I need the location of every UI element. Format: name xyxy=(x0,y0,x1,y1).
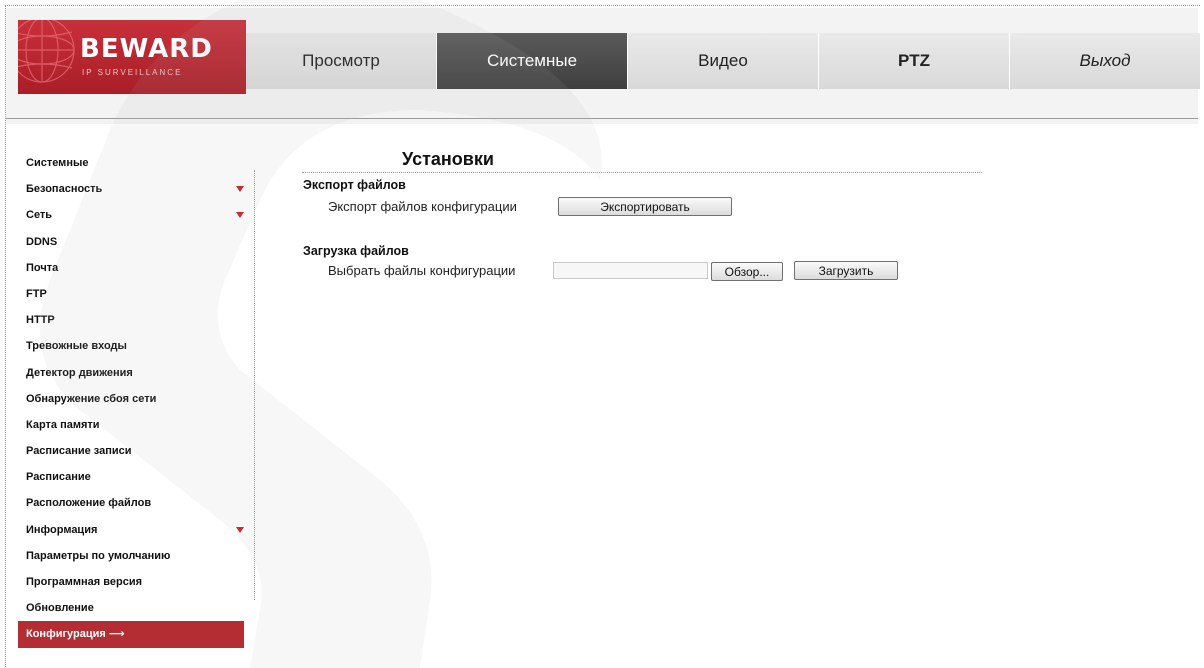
export-section-title: Экспорт файлов xyxy=(303,178,406,192)
logo-wordmark: BEWARD xyxy=(80,34,213,64)
sidebar-item-defaults[interactable]: Параметры по умолчанию xyxy=(18,543,244,569)
sidebar-item-label: Системные xyxy=(26,157,89,169)
sidebar-item-label: Безопасность xyxy=(26,183,103,196)
sidebar-item-label: Детектор движения xyxy=(26,366,133,379)
arrow-right-icon: ⟶ xyxy=(108,628,125,641)
sidebar: Системные Безопасность Сеть DDNS Почта F… xyxy=(18,150,244,648)
sidebar-divider xyxy=(254,170,256,600)
sidebar-item-label: DDNS xyxy=(26,235,58,248)
sidebar-item-motion-detection[interactable]: Детектор движения xyxy=(18,360,244,386)
sidebar-item-label: Расписание записи xyxy=(26,445,132,458)
upload-label: Выбрать файлы конфигурации xyxy=(328,263,516,278)
expand-arrow-icon[interactable] xyxy=(236,186,244,193)
sidebar-item-label: Почта xyxy=(26,261,59,274)
tab-system[interactable]: Системные xyxy=(437,33,628,89)
sidebar-item-network-failure[interactable]: Обнаружение сбоя сети xyxy=(18,386,244,412)
sidebar-item-label: Параметры по умолчанию xyxy=(26,549,171,562)
tab-ptz[interactable]: PTZ xyxy=(819,33,1010,89)
export-button[interactable]: Экспортировать xyxy=(558,197,732,216)
sidebar-item-label: Сеть xyxy=(26,209,53,222)
sidebar-item-alarm-inputs[interactable]: Тревожные входы xyxy=(18,333,244,359)
sidebar-item-label: Информация xyxy=(26,523,98,536)
sidebar-item-label: Карта памяти xyxy=(26,418,100,431)
beward-logo[interactable]: BEWARD IP SURVEILLANCE xyxy=(18,20,246,94)
sidebar-item-configuration[interactable]: Конфигурация ⟶ xyxy=(18,621,244,648)
browse-button[interactable]: Обзор... xyxy=(711,262,783,281)
sidebar-item-schedule[interactable]: Расписание xyxy=(18,464,244,490)
config-file-field[interactable] xyxy=(553,262,708,279)
sidebar-item-label: Расписание xyxy=(26,471,91,484)
sidebar-item-network[interactable]: Сеть xyxy=(18,202,244,228)
sidebar-item-label: Программная версия xyxy=(26,576,143,588)
sidebar-item-update[interactable]: Обновление xyxy=(18,595,244,621)
tab-video[interactable]: Видео xyxy=(628,33,819,89)
sidebar-item-http[interactable]: HTTP xyxy=(18,307,244,333)
sidebar-item-file-location[interactable]: Расположение файлов xyxy=(18,490,244,516)
expand-arrow-icon[interactable] xyxy=(236,212,244,219)
sidebar-item-label: Обнаружение сбоя сети xyxy=(26,392,157,405)
expand-arrow-icon[interactable] xyxy=(236,526,244,533)
sidebar-item-mail[interactable]: Почта xyxy=(18,255,244,281)
sidebar-item-label: HTTP xyxy=(26,314,55,327)
export-label: Экспорт файлов конфигурации xyxy=(328,199,517,214)
sidebar-item-ftp[interactable]: FTP xyxy=(18,281,244,307)
sidebar-item-label: Расположение файлов xyxy=(26,497,152,510)
sidebar-item-ddns[interactable]: DDNS xyxy=(18,229,244,255)
sidebar-item-security[interactable]: Безопасность xyxy=(18,176,244,202)
upload-section-title: Загрузка файлов xyxy=(303,244,409,258)
logo-subtitle: IP SURVEILLANCE xyxy=(82,68,183,77)
sidebar-item-label: Конфигурация xyxy=(26,628,106,641)
sidebar-item-recording-schedule[interactable]: Расписание записи xyxy=(18,438,244,464)
title-divider xyxy=(302,172,982,173)
sidebar-item-label: FTP xyxy=(26,287,47,300)
tab-logout[interactable]: Выход xyxy=(1010,33,1201,89)
upload-button[interactable]: Загрузить xyxy=(794,261,898,280)
sidebar-item-memory-card[interactable]: Карта памяти xyxy=(18,412,244,438)
sidebar-item-system[interactable]: Системные xyxy=(18,150,244,176)
header-divider xyxy=(6,118,1198,119)
tab-view[interactable]: Просмотр xyxy=(246,33,437,89)
main-nav: Просмотр Системные Видео PTZ Выход xyxy=(246,33,1201,89)
sidebar-item-label: Тревожные входы xyxy=(26,340,127,353)
page-title: Установки xyxy=(402,149,494,169)
sidebar-item-label: Обновление xyxy=(26,602,94,615)
sidebar-item-information[interactable]: Информация xyxy=(18,517,244,543)
sidebar-item-firmware-version[interactable]: Программная версия xyxy=(18,569,244,595)
